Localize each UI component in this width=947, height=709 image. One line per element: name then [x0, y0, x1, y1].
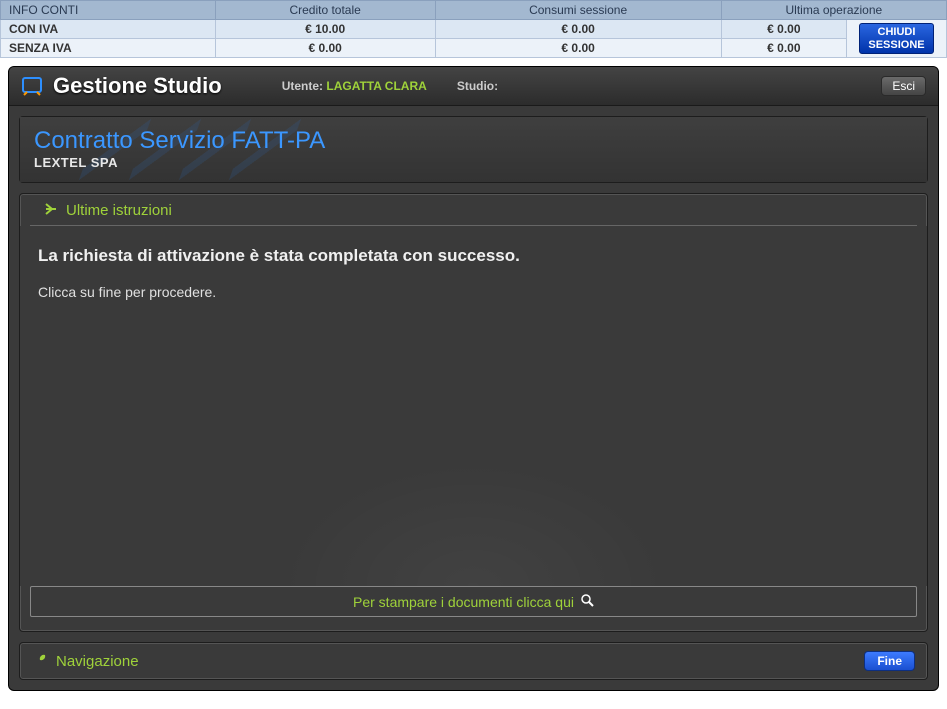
user-name: LAGATTA CLARA	[326, 79, 426, 93]
arrow-right-icon	[44, 202, 58, 219]
app-title: Gestione Studio	[53, 73, 222, 99]
wrench-icon	[32, 652, 48, 671]
print-documents-label: Per stampare i documenti clicca qui	[353, 594, 574, 610]
studio-label: Studio:	[457, 79, 498, 93]
fine-button[interactable]: Fine	[864, 651, 915, 671]
table-row: SENZA IVA € 0.00 € 0.00 € 0.00	[1, 39, 947, 58]
navigation-title: Navigazione	[56, 653, 139, 670]
info-header-label: INFO CONTI	[1, 1, 216, 20]
instructions-panel: Ultime istruzioni La richiesta di attiva…	[19, 193, 928, 632]
user-block: Utente: LAGATTA CLARA Studio:	[282, 79, 498, 93]
row-credito: € 10.00	[215, 20, 435, 39]
row-ultima: € 0.00	[721, 20, 846, 39]
row-ultima: € 0.00	[721, 39, 846, 58]
contract-panel: Contratto Servizio FATT-PA LEXTEL SPA	[19, 116, 928, 183]
info-header-consumi: Consumi sessione	[435, 1, 721, 20]
app-shell: Gestione Studio Utente: LAGATTA CLARA St…	[8, 66, 939, 691]
user-label: Utente:	[282, 79, 323, 93]
row-label: CON IVA	[1, 20, 216, 39]
row-consumi: € 0.00	[435, 39, 721, 58]
info-header-credito: Credito totale	[215, 1, 435, 20]
navigation-panel: Navigazione Fine	[19, 642, 928, 680]
row-consumi: € 0.00	[435, 20, 721, 39]
magnifier-icon	[580, 593, 594, 610]
success-message: La richiesta di attivazione è stata comp…	[38, 246, 909, 266]
row-label: SENZA IVA	[1, 39, 216, 58]
table-row: CON IVA € 10.00 € 0.00 € 0.00 CHIUDI SES…	[1, 20, 947, 39]
info-header-ultima: Ultima operazione	[721, 1, 946, 20]
contract-title: Contratto Servizio FATT-PA	[34, 127, 913, 155]
info-table: INFO CONTI Credito totale Consumi sessio…	[0, 0, 947, 58]
app-header: Gestione Studio Utente: LAGATTA CLARA St…	[9, 67, 938, 106]
contract-subtitle: LEXTEL SPA	[34, 155, 913, 170]
instructions-section-title: Ultime istruzioni	[66, 202, 172, 219]
proceed-hint: Clicca su fine per procedere.	[38, 284, 909, 300]
print-documents-link[interactable]: Per stampare i documenti clicca qui	[30, 586, 917, 617]
exit-button[interactable]: Esci	[881, 76, 926, 96]
close-session-button[interactable]: CHIUDI SESSIONE	[859, 23, 933, 53]
row-credito: € 0.00	[215, 39, 435, 58]
app-logo-icon	[21, 75, 43, 97]
